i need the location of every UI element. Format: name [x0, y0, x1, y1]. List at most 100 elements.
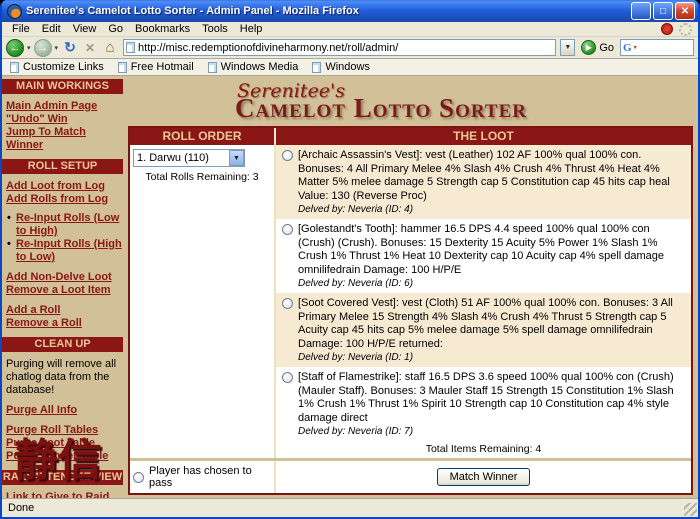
search-engine-dropdown-icon[interactable]: ▾ [634, 44, 637, 51]
match-winner-button[interactable]: Match Winner [437, 468, 531, 486]
loot-item: [Soot Covered Vest]: vest (Cloth) 51 AF … [276, 293, 691, 367]
title-bar: Serenitee's Camelot Lotto Sorter - Admin… [2, 0, 698, 22]
maximize-button[interactable]: □ [653, 2, 673, 20]
sidebar-link-reinput-high-low[interactable]: Re-Input Rolls (High to Low) [16, 238, 122, 263]
pass-radio[interactable] [133, 472, 144, 483]
sidebar-link-remove-a-roll[interactable]: Remove a Roll [6, 317, 123, 330]
bookmark-icon [118, 62, 127, 73]
bookmark-icon [10, 62, 19, 73]
bookmark-windows-media[interactable]: Windows Media [208, 61, 299, 73]
roll-order-cell: 1. Darwu (110) ▼ Total Rolls Remaining: … [130, 145, 276, 458]
menu-bookmarks[interactable]: Bookmarks [129, 23, 196, 35]
bookmark-icon [312, 62, 321, 73]
resize-grip[interactable] [684, 503, 697, 516]
loot-item-delved-by: Delved by: Neveria (ID: 7) [298, 426, 685, 439]
url-history-dropdown[interactable]: ▼ [560, 39, 575, 56]
loot-item-text: [Staff of Flamestrike]: staff 16.5 DPS 3… [298, 371, 685, 425]
url-input[interactable] [138, 42, 553, 54]
browser-window: Serenitee's Camelot Lotto Sorter - Admin… [0, 0, 700, 519]
loot-list: [Archaic Assassin's Vest]: vest (Leather… [276, 145, 691, 458]
close-button[interactable]: ✕ [675, 2, 695, 20]
the-loot-header: THE LOOT [276, 128, 691, 145]
loot-item-delved-by: Delved by: Neveria (ID: 4) [298, 204, 685, 217]
menu-help[interactable]: Help [234, 23, 269, 35]
sidebar-link-reinput-low-high[interactable]: Re-Input Rolls (Low to High) [16, 212, 119, 237]
bookmark-windows[interactable]: Windows [312, 61, 370, 73]
sidebar-link-add-non-delve-loot[interactable]: Add Non-Delve Loot [6, 271, 123, 284]
home-icon[interactable]: ⌂ [101, 39, 119, 57]
navigation-toolbar: ← ▾ → ▾ ↻ ✕ ⌂ ▼ ▶ Go G ▾ [2, 37, 698, 59]
google-icon: G [623, 42, 632, 54]
forward-dropdown-icon[interactable]: ▾ [55, 44, 59, 52]
menu-go[interactable]: Go [102, 23, 129, 35]
status-text: Done [8, 502, 34, 514]
bookmark-customize-links[interactable]: Customize Links [10, 61, 104, 73]
pass-label: Player has chosen to pass [149, 465, 271, 489]
address-bar [123, 39, 556, 56]
loot-item-delved-by: Delved by: Neveria (ID: 6) [298, 278, 685, 291]
loot-item-text: [Soot Covered Vest]: vest (Cloth) 51 AF … [298, 297, 685, 351]
search-input[interactable] [639, 42, 679, 54]
sidebar-link-add-loot-from-log[interactable]: Add Loot from Log [6, 180, 123, 193]
menu-bar: File Edit View Go Bookmarks Tools Help [2, 22, 698, 37]
menu-edit[interactable]: Edit [36, 23, 67, 35]
main-area: Serenitee's Camelot Lotto Sorter ROLL OR… [123, 76, 698, 498]
loot-item: [Staff of Flamestrike]: staff 16.5 DPS 3… [276, 367, 691, 441]
firefox-icon [7, 4, 22, 19]
bookmark-label: Free Hotmail [131, 61, 194, 73]
sidebar-link-main-admin-page[interactable]: Main Admin Page [6, 100, 123, 113]
page-content: MAIN WORKINGS Main Admin Page "Undo" Win… [2, 76, 698, 498]
sidebar-link-add-a-roll[interactable]: Add a Roll [6, 304, 123, 317]
roll-order-select[interactable]: 1. Darwu (110) ▼ [133, 149, 245, 167]
loot-item-radio[interactable] [282, 224, 293, 235]
loot-item-text: [Archaic Assassin's Vest]: vest (Leather… [298, 149, 685, 203]
loot-item-radio[interactable] [282, 298, 293, 309]
loot-item-radio[interactable] [282, 150, 293, 161]
bookmark-label: Customize Links [23, 61, 104, 73]
loot-item: [Archaic Assassin's Vest]: vest (Leather… [276, 145, 691, 219]
page-icon [126, 42, 135, 53]
sidebar-link-purge-all-info[interactable]: Purge All Info [6, 404, 123, 417]
items-remaining-text: Total Items Remaining: 4 [276, 441, 691, 458]
bookmark-label: Windows Media [221, 61, 299, 73]
sidebar-link-remove-loot-item[interactable]: Remove a Loot Item [6, 284, 123, 297]
update-notification-icon[interactable] [661, 23, 673, 35]
lotto-table: ROLL ORDER THE LOOT 1. Darwu (110) ▼ Tot… [128, 126, 693, 495]
loot-item-radio[interactable] [282, 372, 293, 383]
sidebar-link-jump-to-match-winner[interactable]: Jump To Match Winner [6, 126, 123, 152]
back-dropdown-icon[interactable]: ▾ [27, 44, 31, 52]
sidebar-link-add-rolls-from-log[interactable]: Add Rolls from Log [6, 193, 123, 206]
sidebar: MAIN WORKINGS Main Admin Page "Undo" Win… [2, 76, 123, 498]
forward-button[interactable]: → [34, 39, 52, 57]
sidebar-header-main-workings: MAIN WORKINGS [2, 79, 123, 94]
chinese-watermark: 静信 [14, 438, 102, 484]
loot-item-delved-by: Delved by: Neveria (ID: 1) [298, 352, 685, 365]
bookmark-label: Windows [325, 61, 370, 73]
roll-order-selected-value: 1. Darwu (110) [134, 152, 229, 164]
pass-option: Player has chosen to pass [130, 461, 276, 493]
menu-file[interactable]: File [6, 23, 36, 35]
menu-view[interactable]: View [67, 23, 103, 35]
sidebar-link-give-to-raid[interactable]: Link to Give to Raid [6, 491, 123, 498]
go-icon[interactable]: ▶ [581, 40, 596, 55]
sidebar-link-undo-win[interactable]: "Undo" Win [6, 113, 123, 126]
go-button-label[interactable]: Go [599, 42, 614, 54]
loot-item-text: [Golestandt's Tooth]: hammer 16.5 DPS 4.… [298, 223, 685, 277]
menu-tools[interactable]: Tools [196, 23, 234, 35]
minimize-button[interactable]: _ [631, 2, 651, 20]
bookmark-icon [208, 62, 217, 73]
back-button[interactable]: ← [6, 39, 24, 57]
roll-order-header: ROLL ORDER [130, 128, 276, 145]
stop-icon[interactable]: ✕ [81, 39, 99, 57]
reload-icon[interactable]: ↻ [61, 39, 79, 57]
bookmark-free-hotmail[interactable]: Free Hotmail [118, 61, 194, 73]
purge-warning-text: Purging will remove all chatlog data fro… [2, 358, 123, 397]
loot-item: [Golestandt's Tooth]: hammer 16.5 DPS 4.… [276, 219, 691, 293]
sidebar-header-clean-up: CLEAN UP [2, 337, 123, 352]
sidebar-header-roll-setup: ROLL SETUP [2, 159, 123, 174]
search-bar: G ▾ [620, 39, 694, 56]
page-title-main: Camelot Lotto Sorter [235, 93, 527, 123]
chevron-down-icon: ▼ [229, 150, 244, 166]
rolls-remaining-text: Total Rolls Remaining: 3 [133, 171, 271, 183]
status-bar: Done [2, 498, 698, 517]
